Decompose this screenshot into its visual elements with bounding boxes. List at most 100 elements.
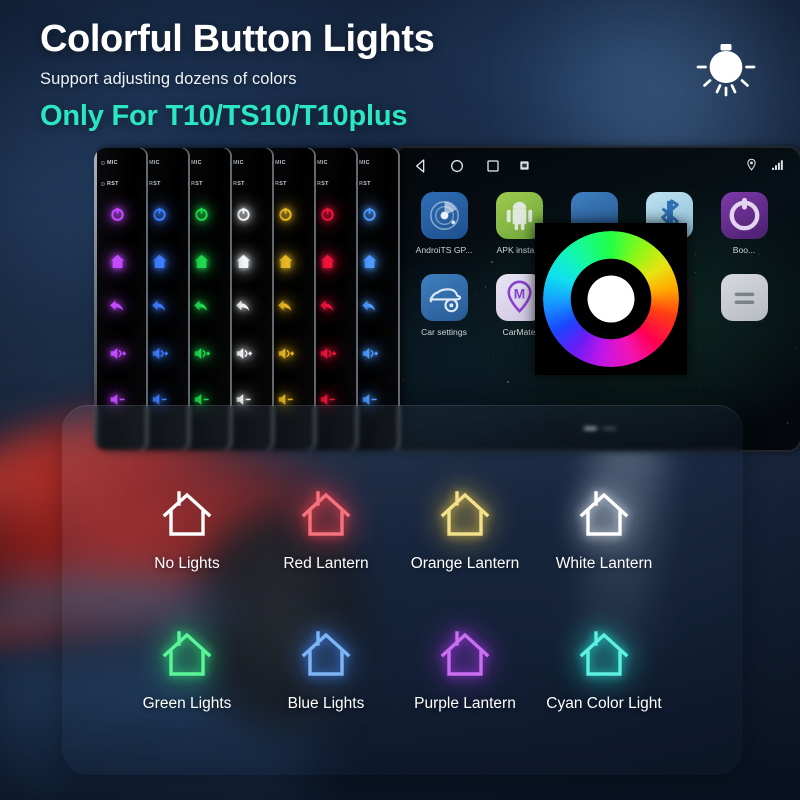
power-icon[interactable] (192, 206, 211, 225)
app-label: Car settings (421, 327, 467, 337)
back-icon[interactable] (150, 298, 169, 317)
reset-hole[interactable] (101, 182, 105, 186)
power-icon[interactable] (318, 206, 337, 225)
swatch-label: Orange Lantern (410, 555, 520, 572)
mic-label: MIC (317, 160, 328, 166)
recents-square-icon[interactable] (485, 158, 501, 179)
house-lantern-icon (440, 631, 490, 676)
back-icon[interactable] (318, 298, 337, 317)
volume-up-icon[interactable] (276, 344, 295, 363)
home-icon[interactable] (276, 252, 295, 271)
home-icon[interactable] (234, 252, 253, 271)
swatch-white-lantern[interactable]: White Lantern (534, 490, 674, 573)
power-icon[interactable] (150, 206, 169, 225)
mic-label: MIC (149, 160, 160, 166)
house-lantern-icon (162, 631, 212, 676)
power-icon[interactable] (234, 206, 253, 225)
power-icon[interactable] (108, 206, 127, 225)
app-unlabeled[interactable] (713, 274, 775, 327)
app-label: Boo... (732, 245, 756, 255)
app-car-settings[interactable]: Car settings (413, 274, 475, 337)
volume-up-icon[interactable] (234, 344, 253, 363)
volume-up-icon[interactable] (360, 344, 379, 363)
power-icon[interactable] (360, 206, 379, 225)
volume-up-icon[interactable] (150, 344, 169, 363)
screenshot-icon[interactable] (519, 160, 530, 171)
home-icon[interactable] (360, 252, 379, 271)
swatch-blue-lights[interactable]: Blue Lights (256, 630, 396, 713)
back-icon[interactable] (276, 298, 295, 317)
swatch-label: White Lantern (555, 555, 653, 572)
swatch-orange-lantern[interactable]: Orange Lantern (395, 490, 535, 573)
volume-up-icon[interactable] (360, 344, 379, 363)
volume-up-icon[interactable] (318, 344, 337, 363)
home-icon[interactable] (150, 252, 169, 271)
home-icon[interactable] (108, 252, 127, 271)
app-label: AndroiTS GP... (415, 245, 473, 255)
back-icon[interactable] (108, 298, 127, 317)
back-icon[interactable] (192, 298, 211, 317)
screenshot-icon[interactable] (519, 158, 530, 176)
back-icon[interactable] (108, 298, 127, 317)
swatch-green-lights[interactable]: Green Lights (117, 630, 257, 713)
swatch-purple-lantern[interactable]: Purple Lantern (395, 630, 535, 713)
volume-up-icon[interactable] (276, 344, 295, 363)
swatch-no-lights[interactable]: No Lights (117, 490, 257, 573)
gps-radar-icon (429, 201, 459, 230)
back-icon[interactable] (234, 298, 253, 317)
home-icon[interactable] (192, 252, 211, 271)
volume-up-icon[interactable] (108, 344, 127, 363)
power-icon[interactable] (150, 206, 169, 225)
back-icon[interactable] (276, 298, 295, 317)
color-wheel-center[interactable] (587, 275, 635, 323)
back-triangle-icon[interactable] (413, 158, 429, 179)
back-triangle-icon[interactable] (413, 158, 429, 174)
power-icon[interactable] (192, 206, 211, 225)
back-icon[interactable] (360, 298, 379, 317)
power-icon[interactable] (360, 206, 379, 225)
wallpaper-star (783, 317, 785, 319)
grey-app-icon (720, 274, 768, 321)
app-androits-gp[interactable]: AndroiTS GP... (413, 192, 475, 255)
house-lantern-icon (574, 490, 634, 542)
swatch-label: Blue Lights (287, 695, 365, 712)
back-icon[interactable] (234, 298, 253, 317)
house-lantern-icon (157, 630, 217, 682)
volume-up-icon[interactable] (192, 344, 211, 363)
power-icon[interactable] (318, 206, 337, 225)
volume-up-icon[interactable] (318, 344, 337, 363)
wallpaper-star (402, 378, 404, 381)
home-icon[interactable] (192, 252, 211, 271)
home-icon[interactable] (276, 252, 295, 271)
swatch-red-lantern[interactable]: Red Lantern (256, 490, 396, 573)
purple-circle-icon (729, 197, 759, 231)
volume-up-icon[interactable] (234, 344, 253, 363)
back-icon[interactable] (150, 298, 169, 317)
swatch-cyan-color-light[interactable]: Cyan Color Light (534, 630, 674, 713)
back-icon[interactable] (318, 298, 337, 317)
home-icon[interactable] (318, 252, 337, 271)
home-icon[interactable] (360, 252, 379, 271)
home-icon[interactable] (150, 252, 169, 271)
volume-up-icon[interactable] (192, 344, 211, 363)
recents-square-icon[interactable] (485, 158, 501, 174)
power-icon[interactable] (276, 206, 295, 225)
house-lantern-icon (301, 491, 351, 536)
home-circle-icon[interactable] (449, 158, 465, 174)
back-icon[interactable] (192, 298, 211, 317)
home-icon[interactable] (318, 252, 337, 271)
mic-hole (101, 161, 105, 165)
app-boo[interactable]: Boo... (713, 192, 775, 255)
house-lantern-icon (574, 630, 634, 682)
power-icon[interactable] (108, 206, 127, 225)
home-circle-icon[interactable] (449, 158, 465, 179)
home-icon[interactable] (108, 252, 127, 271)
power-icon[interactable] (234, 206, 253, 225)
volume-up-icon[interactable] (108, 344, 127, 363)
color-wheel-picker[interactable] (535, 223, 687, 375)
volume-up-icon[interactable] (150, 344, 169, 363)
home-icon[interactable] (234, 252, 253, 271)
back-icon[interactable] (360, 298, 379, 317)
power-icon[interactable] (276, 206, 295, 225)
swatch-label: Green Lights (142, 695, 232, 712)
